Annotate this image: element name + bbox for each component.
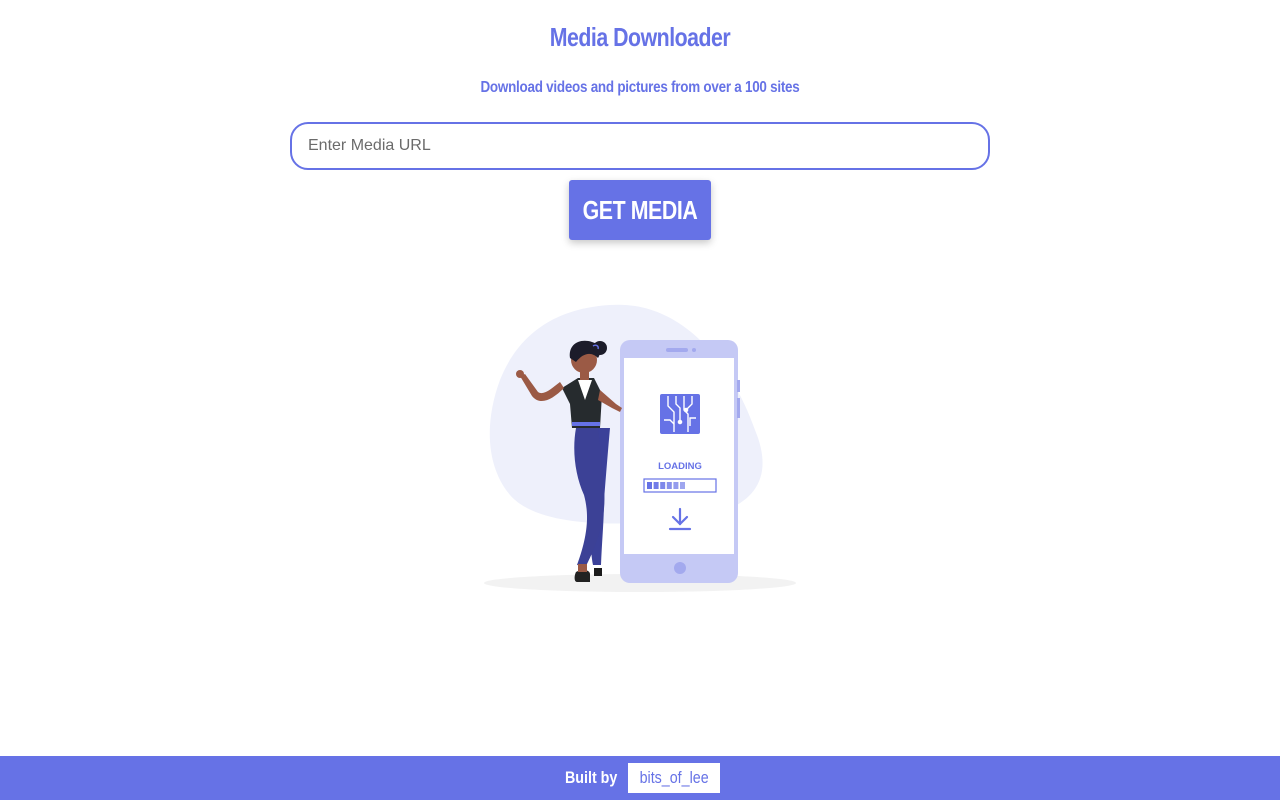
get-media-button-label: GET MEDIA — [582, 194, 698, 225]
progress-segment — [647, 482, 652, 489]
chip-icon — [660, 394, 700, 434]
progress-segment — [673, 482, 679, 489]
progress-segment — [680, 482, 685, 489]
page: Media Downloader Download videos and pic… — [0, 0, 1280, 800]
page-title: Media Downloader — [549, 22, 731, 52]
progress-segment — [660, 482, 666, 489]
author-link[interactable]: bits_of_lee — [628, 763, 721, 793]
loading-label: LOADING — [658, 461, 702, 472]
get-media-button[interactable]: GET MEDIA — [569, 180, 711, 240]
download-illustration: LOADING — [484, 304, 796, 592]
progress-segment — [653, 482, 659, 489]
author-link-label: bits_of_lee — [639, 768, 709, 787]
progress-segment — [666, 482, 672, 489]
page-subtitle: Download videos and pictures from over a… — [480, 79, 800, 96]
footer-built-by-text: Built by — [564, 768, 618, 787]
footer: Built by bits_of_lee — [0, 756, 1280, 800]
media-url-input[interactable] — [290, 122, 990, 170]
